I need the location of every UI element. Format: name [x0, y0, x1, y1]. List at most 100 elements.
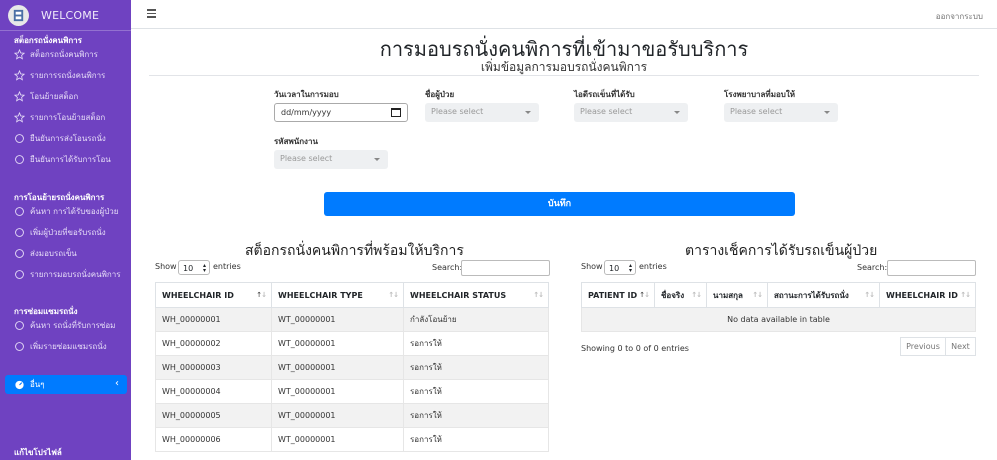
hospital-label: โรงพยาบาลที่มอบให้ [724, 90, 796, 99]
sidebar: WELCOME สต็อกรถนั่งคนพิการ สต็อกรถนั่งคน… [0, 0, 131, 460]
main-content: การมอบรถนั่งคนพิการที่เข้ามาขอรับบริการ … [131, 29, 997, 460]
show-label: Show [581, 262, 603, 271]
nav-item-confirm-receive[interactable]: ยืนยันการได้รับการโอน [0, 149, 131, 170]
nav-item-label: ยืนยันการได้รับการโอน [30, 155, 111, 164]
nav-item-label: ยืนยันการส่งโอนรถนั่ง [30, 134, 106, 143]
sort-icon: ↑↓ [960, 291, 971, 299]
column-header[interactable]: WHEELCHAIR TYPE ↑↓ [271, 282, 404, 308]
topbar: ออกจากระบบ [131, 0, 997, 29]
nav-item-transfer-stock[interactable]: โอนย้ายสต็อก [0, 86, 131, 107]
employee-select[interactable]: Please select [274, 150, 388, 169]
sort-icon: ↑↓ [256, 291, 267, 299]
employee-label: รหัสพนักงาน [274, 137, 318, 146]
check-search-input[interactable] [887, 260, 976, 276]
wheelchair-id-select[interactable]: Please select [574, 103, 688, 122]
circle-icon [14, 227, 25, 238]
edit-profile-link[interactable]: แก้ไขโปรไฟล์ [14, 446, 62, 459]
circle-icon [14, 320, 25, 331]
brand[interactable]: WELCOME [0, 0, 131, 31]
caret-down-icon [674, 111, 680, 114]
star-icon [14, 112, 25, 123]
nav-item-label: เพิ่มรายซ่อมแซมรถนั่ง [30, 342, 107, 351]
column-header[interactable]: สถานะการได้รับรถนั่ง ↑↓ [767, 282, 880, 308]
nav-item-label: ค้นหา การได้รับของผู้ป่วย [30, 207, 119, 216]
table-row[interactable]: WH_00000003 WT_00000001 รอการให้ [155, 355, 549, 380]
star-icon [14, 70, 25, 81]
entries-label: entries [639, 262, 667, 271]
sort-icon: ↑↓ [388, 291, 399, 299]
table-row[interactable]: WH_00000004 WT_00000001 รอการให้ [155, 379, 549, 404]
nav-item-label: เพิ่มผู้ป่วยที่ขอรับรถนั่ง [30, 228, 106, 237]
sort-icon: ↑↓ [691, 291, 702, 299]
circle-icon [14, 248, 25, 259]
date-input[interactable]: dd/mm/yyyy [274, 103, 408, 122]
table-row[interactable]: WH_00000002 WT_00000001 รอการให้ [155, 331, 549, 356]
column-header[interactable]: ชื่อจริง ↑↓ [654, 282, 707, 308]
nav-item-other[interactable]: อื่นๆ ‹ [5, 375, 127, 394]
nav-item-label: อื่นๆ [30, 380, 45, 389]
chevron-left-icon: ‹ [115, 378, 119, 389]
column-header[interactable]: PATIENT ID ↑↓ [581, 282, 655, 308]
sort-icon: ↑↓ [752, 291, 763, 299]
check-table-title: ตารางเช็คการได้รับรถเข็นผู้ป่วย [685, 243, 878, 259]
column-header[interactable]: นามสกุล ↑↓ [706, 282, 768, 308]
length-value: 10 [609, 264, 620, 273]
column-header[interactable]: WHEELCHAIR ID ↑↓ [879, 282, 976, 308]
nav-item-delivery-list[interactable]: รายการมอบรถนั่งคนพิการ [0, 264, 131, 285]
hospital-select[interactable]: Please select [724, 103, 838, 122]
stock-table: WHEELCHAIR ID ↑↓ WHEELCHAIR TYPE ↑↓ WHEELC… [155, 282, 549, 452]
select-placeholder: Please select [580, 107, 633, 116]
nav-item-label: ค้นหา รถนั่งที่รับการซ่อม [30, 321, 116, 330]
nav-item-confirm-send[interactable]: ยืนยันการส่งโอนรถนั่ง [0, 128, 131, 149]
patient-select[interactable]: Please select [425, 103, 539, 122]
nav-item-label: รายการมอบรถนั่งคนพิการ [30, 270, 121, 279]
nav-item-search-repair[interactable]: ค้นหา รถนั่งที่รับการซ่อม [0, 315, 131, 336]
stock-table-title: สต็อกรถนั่งคนพิการที่พร้อมให้บริการ [245, 243, 464, 259]
table-row[interactable]: WH_00000005 WT_00000001 รอการให้ [155, 403, 549, 428]
search-label: Search: [432, 263, 463, 272]
star-icon [14, 49, 25, 60]
stock-length-select[interactable]: 10 ▴ ▾ [178, 260, 210, 275]
empty-table-message: No data available in table [581, 307, 976, 332]
caret-down-icon [525, 111, 531, 114]
hamburger-menu-icon[interactable] [147, 9, 156, 18]
divider [149, 75, 979, 76]
nav-item-stock[interactable]: สต็อกรถนั่งคนพิการ [0, 44, 131, 65]
stock-search-input[interactable] [461, 260, 550, 276]
column-header[interactable]: WHEELCHAIR ID ↑↓ [155, 282, 272, 308]
brand-logo-icon [8, 4, 29, 26]
nav-item-add-patient[interactable]: เพิ่มผู้ป่วยที่ขอรับรถนั่ง [0, 222, 131, 243]
column-header[interactable]: WHEELCHAIR STATUS ↑↓ [403, 282, 549, 308]
select-placeholder: Please select [431, 107, 484, 116]
circle-icon [14, 206, 25, 217]
table-row[interactable]: WH_00000001 WT_00000001 กำลังโอนย้าย [155, 307, 549, 332]
caret-down-icon [824, 111, 830, 114]
circle-icon [14, 133, 25, 144]
previous-button[interactable]: Previous [900, 337, 946, 356]
updown-icon: ▴ ▾ [628, 262, 632, 274]
date-label: วันเวลาในการมอบ [274, 90, 339, 99]
nav-item-add-repair[interactable]: เพิ่มรายซ่อมแซมรถนั่ง [0, 336, 131, 357]
caret-down-icon [374, 158, 380, 161]
show-label: Show [155, 262, 177, 271]
select-placeholder: Please select [730, 107, 783, 116]
calendar-icon[interactable] [391, 108, 401, 117]
table-info: Showing 0 to 0 of 0 entries [581, 344, 689, 353]
logout-link[interactable]: ออกจากระบบ [936, 10, 983, 23]
table-row[interactable]: WH_00000006 WT_00000001 รอการให้ [155, 427, 549, 452]
select-placeholder: Please select [280, 154, 333, 163]
sort-icon: ↑↓ [864, 291, 875, 299]
nav-item-label: รายการโอนย้ายสต็อก [30, 113, 106, 122]
patient-label: ชื่อผู้ป่วย [425, 90, 455, 99]
nav-item-search-patient[interactable]: ค้นหา การได้รับของผู้ป่วย [0, 201, 131, 222]
check-length-select[interactable]: 10 ▴ ▾ [604, 260, 636, 275]
nav-item-label: รายการรถนั่งคนพิการ [30, 71, 106, 80]
check-table: PATIENT ID ↑↓ ชื่อจริง ↑↓ นามสกุล ↑↓ สถานะก… [581, 282, 976, 332]
nav-item-deliver[interactable]: ส่งมอบรถเข็น [0, 243, 131, 264]
date-input-value: dd/mm/yyyy [281, 108, 332, 117]
search-label: Search: [857, 263, 888, 272]
save-button[interactable]: บันทึก [324, 192, 795, 216]
nav-item-wheelchair-list[interactable]: รายการรถนั่งคนพิการ [0, 65, 131, 86]
nav-item-transfer-list[interactable]: รายการโอนย้ายสต็อก [0, 107, 131, 128]
next-button[interactable]: Next [946, 337, 976, 356]
